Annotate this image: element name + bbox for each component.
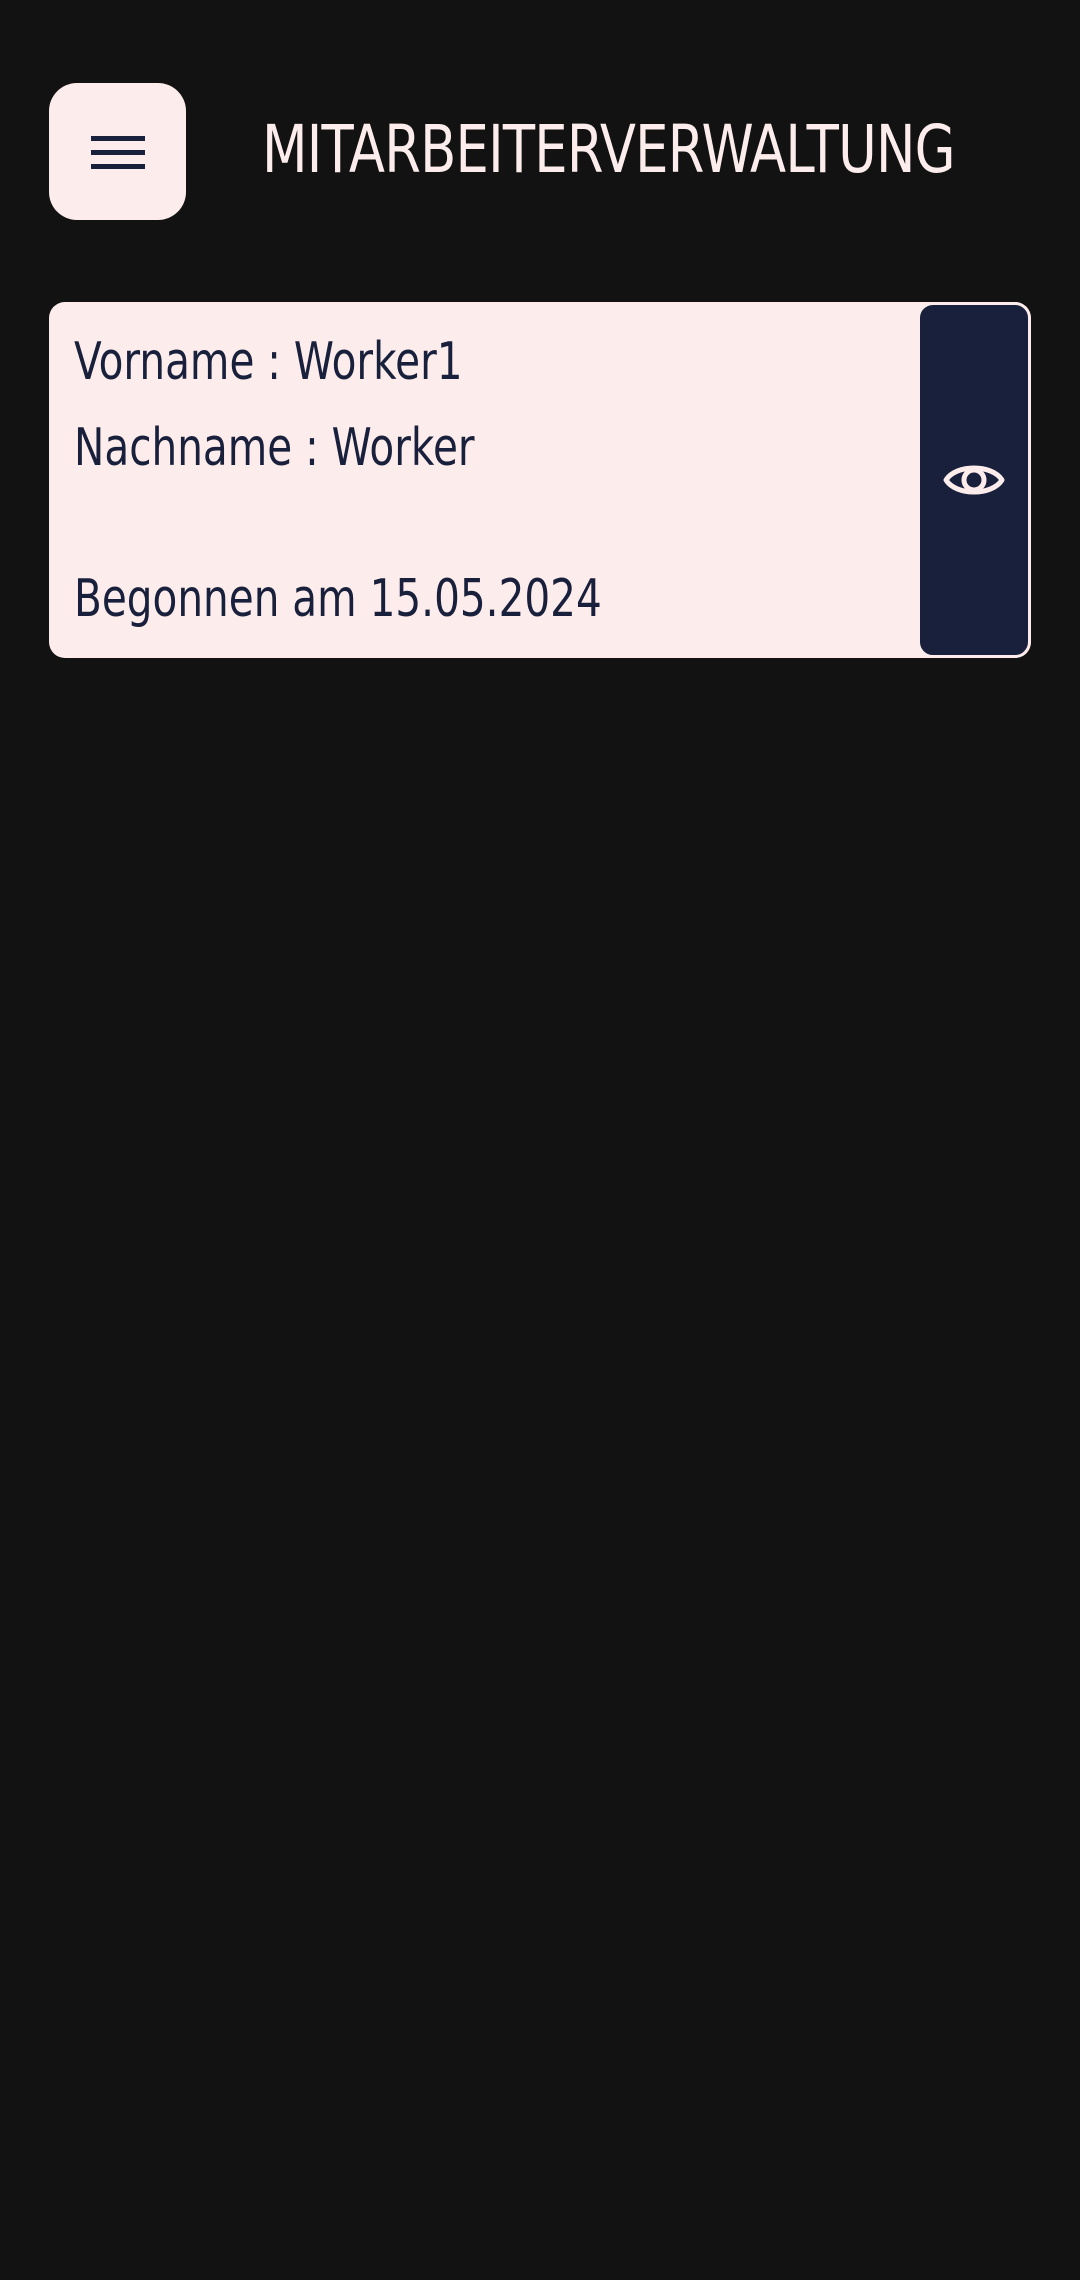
page-title: MITARBEITERVERWALTUNG	[262, 111, 956, 188]
hamburger-menu-icon	[90, 135, 145, 169]
worker-last-name: Nachname : Worker	[74, 418, 475, 478]
worker-card: Vorname : Worker1 Nachname : Worker Bego…	[49, 302, 1031, 658]
worker-start-date: Begonnen am 15.05.2024	[74, 569, 602, 629]
worker-info: Vorname : Worker1 Nachname : Worker Bego…	[74, 302, 901, 658]
worker-first-name: Vorname : Worker1	[74, 332, 463, 392]
eye-icon	[943, 465, 1005, 495]
menu-button[interactable]	[49, 83, 186, 220]
view-worker-button[interactable]	[917, 302, 1031, 658]
